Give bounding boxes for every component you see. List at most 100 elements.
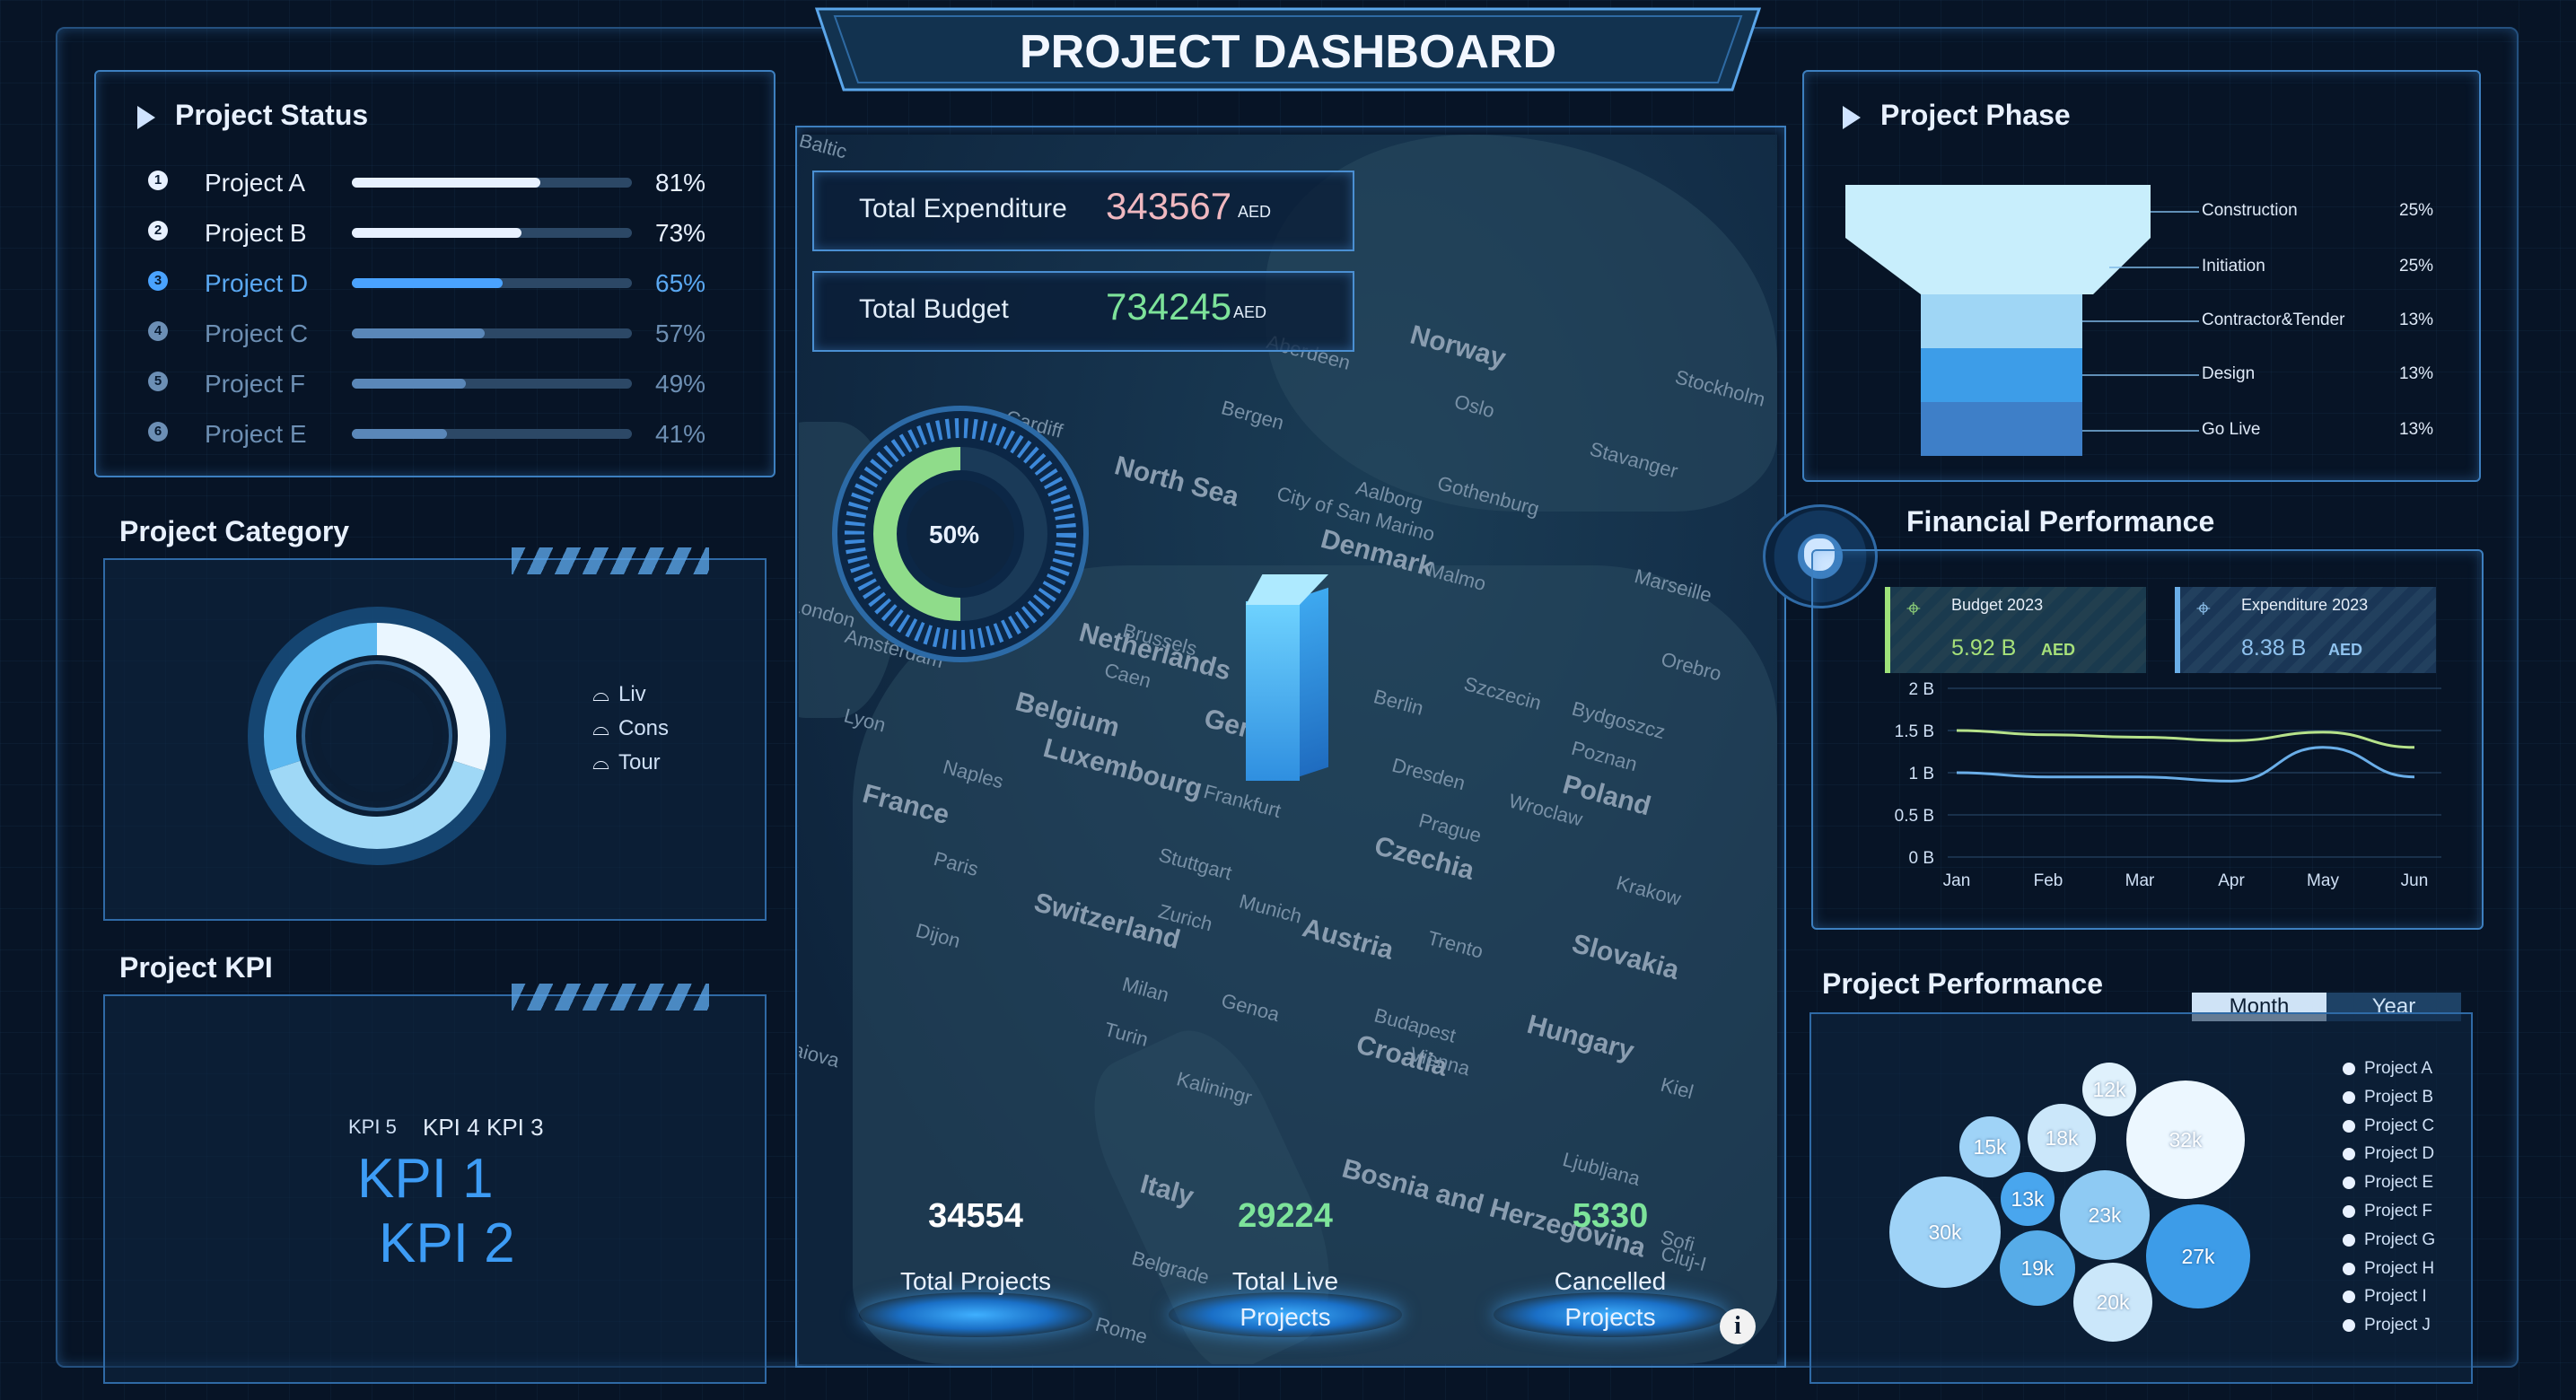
rank-badge: 1 bbox=[148, 171, 168, 190]
category-donut-chart bbox=[248, 607, 506, 865]
performance-bubble[interactable]: 32k bbox=[2126, 1081, 2245, 1199]
category-legend-label: Liv bbox=[618, 682, 646, 706]
total-expenditure-card: Total Expenditure 343567 AED bbox=[812, 171, 1354, 251]
project-status-percent: 49% bbox=[655, 370, 706, 398]
crosshair-icon: ⌖ bbox=[1906, 594, 1921, 622]
project-status-name: Project A bbox=[205, 169, 306, 197]
phase-stage-value: 25% bbox=[2399, 257, 2434, 276]
legend-dot-icon bbox=[2343, 1177, 2355, 1190]
project-status-name: Project F bbox=[205, 370, 306, 398]
performance-bubble[interactable]: 23k bbox=[2060, 1170, 2150, 1260]
category-legend: ⌓ Liv ⌓ Cons ⌓ Tour bbox=[592, 682, 669, 784]
performance-bubble[interactable]: 30k bbox=[1889, 1177, 2001, 1288]
performance-legend-label: Project D bbox=[2364, 1144, 2435, 1164]
status-progress-fill bbox=[352, 328, 485, 338]
performance-bubble[interactable]: 13k bbox=[2001, 1172, 2055, 1226]
phase-stage-value: 13% bbox=[2399, 420, 2434, 439]
category-legend-item: ⌓ Cons bbox=[592, 716, 669, 750]
rank-badge: 5 bbox=[148, 372, 168, 391]
status-progress-track bbox=[352, 328, 632, 338]
category-legend-item: ⌓ Tour bbox=[592, 750, 669, 784]
phase-stage-name: Initiation bbox=[2202, 257, 2265, 276]
total-expenditure-unit: AED bbox=[1238, 203, 1272, 221]
total-expenditure-label: Total Expenditure bbox=[859, 194, 1067, 223]
phase-stage-value: 25% bbox=[2399, 201, 2434, 220]
total-budget-unit: AED bbox=[1233, 303, 1267, 321]
performance-bubble[interactable]: 12k bbox=[2082, 1063, 2136, 1116]
performance-legend-label: Project H bbox=[2364, 1258, 2435, 1278]
performance-bubble[interactable]: 18k bbox=[2028, 1104, 2096, 1172]
performance-legend-label: Project F bbox=[2364, 1201, 2433, 1221]
performance-legend-item[interactable]: Project E bbox=[2343, 1173, 2435, 1202]
performance-legend-item[interactable]: Project J bbox=[2343, 1316, 2435, 1344]
performance-legend-item[interactable]: Project H bbox=[2343, 1259, 2435, 1288]
rank-badge: 4 bbox=[148, 321, 168, 341]
project-kpi-title: Project KPI bbox=[119, 951, 273, 984]
project-status-percent: 73% bbox=[655, 219, 706, 247]
performance-legend-item[interactable]: Project F bbox=[2343, 1202, 2435, 1230]
gauge-label: 50% bbox=[929, 521, 980, 548]
performance-legend-item[interactable]: Project A bbox=[2343, 1059, 2435, 1088]
legend-dot-icon bbox=[2343, 1319, 2355, 1333]
info-button[interactable]: i bbox=[1720, 1308, 1756, 1344]
phase-stage-name: Design bbox=[2202, 364, 2256, 383]
crosshair-icon: ⌖ bbox=[2196, 594, 2211, 622]
total-budget-value: 734245 bbox=[1106, 285, 1232, 328]
performance-legend-item[interactable]: Project B bbox=[2343, 1088, 2435, 1116]
performance-bubble[interactable]: 15k bbox=[1959, 1116, 2020, 1177]
performance-legend-item[interactable]: Project G bbox=[2343, 1230, 2435, 1259]
project-status-percent: 57% bbox=[655, 319, 706, 347]
budget-2023-label: Budget 2023 bbox=[1951, 596, 2044, 614]
performance-legend-item[interactable]: Project C bbox=[2343, 1116, 2435, 1145]
performance-legend-item[interactable]: Project I bbox=[2343, 1287, 2435, 1316]
project-status-name: Project E bbox=[205, 420, 307, 448]
performance-bubble[interactable]: 19k bbox=[2000, 1230, 2075, 1306]
x-tick-label: Feb bbox=[2034, 871, 2063, 890]
financial-performance-title: Financial Performance bbox=[1906, 505, 2215, 538]
legend-dot-icon bbox=[2343, 1062, 2355, 1075]
triangle-bullet-icon bbox=[137, 105, 155, 129]
project-phase-title: Project Phase bbox=[1843, 99, 2071, 132]
budget-2023-card: ⌖ Budget 2023 5.92 B AED bbox=[1885, 587, 2146, 673]
status-progress-fill bbox=[352, 278, 504, 288]
stat-value: 5330 bbox=[1572, 1197, 1649, 1235]
project-category-title: Project Category bbox=[119, 515, 350, 547]
map-city-label: Baltic bbox=[799, 135, 850, 163]
performance-legend-label: Project I bbox=[2364, 1287, 2427, 1307]
category-stripes bbox=[512, 547, 709, 574]
total-budget-card: Total Budget 734245 AED bbox=[812, 271, 1354, 352]
project-performance-title: Project Performance bbox=[1822, 967, 2104, 1000]
x-tick-label: May bbox=[2307, 871, 2339, 890]
status-progress-fill bbox=[352, 178, 540, 188]
status-progress-fill bbox=[352, 429, 448, 439]
map-country-label: North Sea bbox=[1111, 451, 1242, 512]
performance-bubble[interactable]: 20k bbox=[2073, 1263, 2152, 1342]
x-tick-label: Jun bbox=[2401, 871, 2429, 890]
legend-dot-icon bbox=[2343, 1090, 2355, 1104]
budget-2023-unit: AED bbox=[2041, 641, 2076, 659]
performance-legend-label: Project C bbox=[2364, 1116, 2435, 1135]
project-status-percent: 41% bbox=[655, 420, 706, 448]
status-progress-track bbox=[352, 278, 632, 288]
stat-value: 34554 bbox=[928, 1197, 1023, 1235]
expenditure-2023-label: Expenditure 2023 bbox=[2241, 596, 2369, 614]
project-status-percent: 65% bbox=[655, 269, 706, 297]
kpi-stripes bbox=[512, 984, 709, 1011]
line-series-1 bbox=[1956, 746, 2415, 783]
performance-legend-item[interactable]: Project D bbox=[2343, 1144, 2435, 1173]
phase-funnel-chart bbox=[1845, 185, 2199, 456]
stat-label: Cancelled Projects bbox=[1554, 1267, 1667, 1331]
phase-stage-name: Contractor&Tender bbox=[2202, 311, 2345, 329]
phase-stage-name: Construction bbox=[2202, 201, 2298, 220]
column-side bbox=[1300, 587, 1328, 777]
legend-dot-icon bbox=[2343, 1233, 2355, 1247]
page-title: PROJECT DASHBOARD bbox=[1019, 26, 1557, 78]
legend-dot-icon bbox=[2343, 1119, 2355, 1133]
rank-badge: 6 bbox=[148, 422, 168, 442]
legend-marker-icon: ⌓ bbox=[592, 682, 609, 706]
x-tick-label: Mar bbox=[2125, 871, 2155, 890]
category-legend-label: Cons bbox=[618, 716, 670, 740]
map-city-label: Craiova bbox=[799, 1032, 842, 1072]
performance-bubble[interactable]: 27k bbox=[2146, 1204, 2250, 1308]
legend-marker-icon: ⌓ bbox=[592, 716, 609, 740]
